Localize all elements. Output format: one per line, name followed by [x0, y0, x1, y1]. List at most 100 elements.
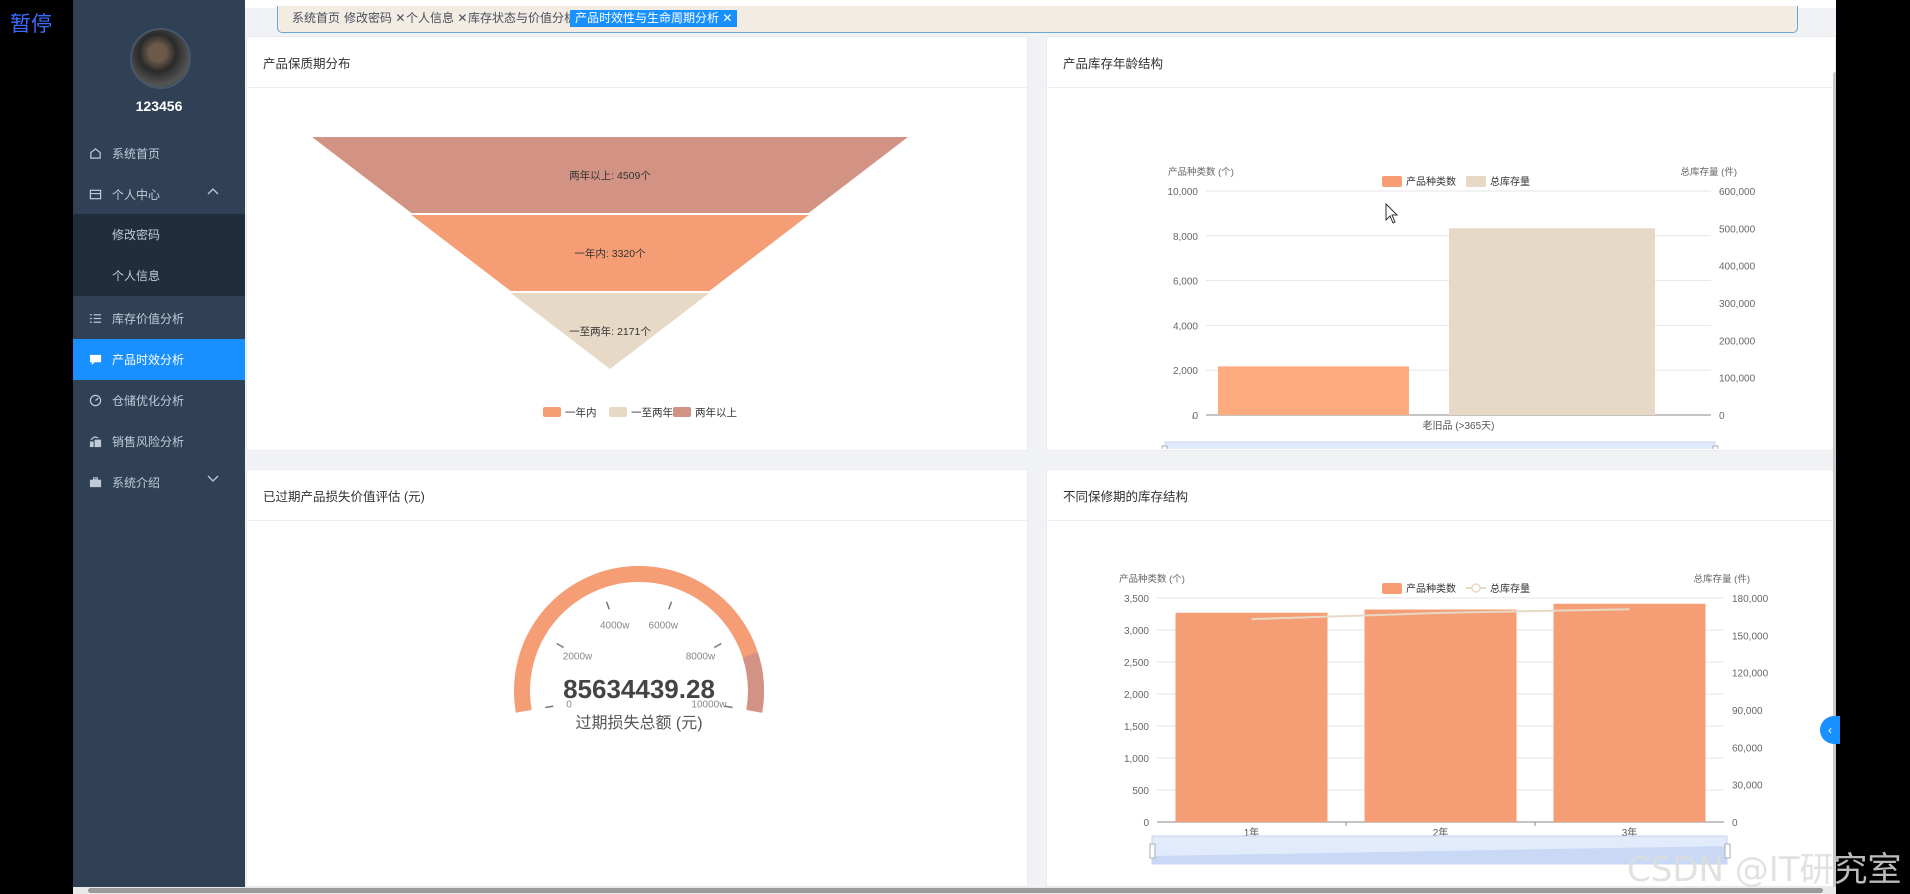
- card-title: 已过期产品损失价值评估 (元): [263, 490, 425, 504]
- x-tick-label: 老旧品 (>365天): [1423, 419, 1495, 432]
- list-icon: [88, 312, 102, 326]
- card-inventory-age-structure: 产品库存年龄结构 产品种类数 (个) 总库存量 (件) 0 2,000 4,000 6,0…: [1046, 36, 1836, 451]
- home-icon: [88, 147, 102, 161]
- sidebar-item-change-password[interactable]: 修改密码: [73, 214, 245, 255]
- username: 123456: [135, 98, 183, 114]
- sidebar-item-label: 仓储优化分析: [112, 394, 185, 408]
- loss-gauge-chart: 02000w4000w 6000w8000w10000w85634439.28过期…: [514, 566, 764, 732]
- gauge-tick: [668, 601, 673, 610]
- left-axis-title: 产品种类数 (个): [1168, 166, 1234, 178]
- vertical-scrollbar[interactable]: [1833, 72, 1836, 892]
- funnel-data-label: 两年以上: 4509个: [569, 169, 651, 182]
- gauge-tick: [545, 705, 554, 709]
- y-tick-label: 8,000: [1173, 232, 1198, 243]
- legend-swatch: [1382, 176, 1402, 187]
- y-tick-label: 1,500: [1124, 722, 1149, 733]
- y2-tick-label: 90,000: [1732, 706, 1763, 717]
- legend-swatch: [543, 407, 561, 417]
- y-tick-label: 2,000: [1173, 366, 1198, 377]
- chevron-down-icon: [207, 475, 219, 486]
- y-tick-label: 1,000: [1124, 754, 1149, 765]
- card-expired-loss: 已过期产品损失价值评估 (元) 0 2000w 4000w 6000w 8000w 100…: [246, 469, 1028, 887]
- app-window: 123456 系统首页 个人中心 修改密码 个人信息 库存价值分析 产品时效分析…: [73, 0, 1836, 894]
- funnel-chart: 两年以上: 4509个一年内: 3320个一至两年: 2171个一年内 一至两年 两…: [312, 137, 908, 419]
- sidebar-item-label: 销售风险分析: [112, 435, 185, 449]
- bar-product-types: [1364, 609, 1517, 822]
- data-zoom-handle-right: [1712, 445, 1719, 449]
- funnel-data-label: 一至两年: 2171个: [569, 325, 651, 338]
- sidebar-item-product-timeliness[interactable]: 产品时效分析: [73, 339, 245, 380]
- tab-personal-info[interactable]: 个人信息 ✕: [406, 10, 467, 27]
- mouse-cursor-icon: [1385, 202, 1399, 224]
- sidebar-item-label: 系统介绍: [112, 476, 161, 490]
- data-zoom-slider: [1164, 441, 1716, 449]
- chevron-up-icon: [207, 187, 219, 198]
- chat-icon: [88, 353, 102, 367]
- y2-tick-label: 600,000: [1719, 187, 1756, 198]
- profile-card-icon: [88, 188, 102, 202]
- gauge-arc-high: [742, 652, 764, 713]
- legend-label: 总库存量: [1490, 582, 1530, 595]
- close-icon[interactable]: ✕: [719, 11, 732, 25]
- data-zoom-handle-left: [1161, 445, 1168, 449]
- sidebar-item-sales-risk[interactable]: 销售风险分析: [73, 421, 245, 462]
- legend-label: 产品种类数: [1406, 582, 1456, 595]
- gauge-tick: [556, 642, 565, 649]
- gauge-icon: [88, 394, 102, 408]
- funnel-data-label: 一年内: 3320个: [574, 247, 646, 260]
- y2-tick-label: 30,000: [1732, 781, 1763, 792]
- gauge-tick-label: 6000w: [649, 620, 679, 631]
- y-tick-label: 2,500: [1124, 658, 1149, 669]
- y-tick-label: 500: [1132, 786, 1149, 797]
- gauge-tick-label: 2000w: [563, 652, 593, 663]
- sidebar-item-profile-center[interactable]: 个人中心: [73, 174, 245, 215]
- close-icon[interactable]: ✕: [454, 11, 467, 25]
- sidebar-item-label: 库存价值分析: [112, 312, 185, 326]
- close-icon[interactable]: ✕: [392, 11, 405, 25]
- legend-label: 两年以上: [695, 406, 737, 419]
- y2-tick-label: 0: [1732, 818, 1738, 829]
- gauge-tick: [713, 642, 722, 649]
- bar-product-types: [1218, 366, 1409, 415]
- avatar[interactable]: [130, 28, 191, 89]
- pause-indicator: 暂停: [10, 12, 52, 36]
- watermark: CSDN @IT研究室: [1627, 850, 1902, 890]
- sidebar-item-label: 系统首页: [112, 147, 161, 161]
- gauge-tick: [605, 601, 610, 610]
- card-title: 产品保质期分布: [263, 57, 351, 71]
- legend-swatch: [609, 407, 627, 417]
- card-title: 不同保修期的库存结构: [1063, 490, 1189, 504]
- collapse-toggle-button[interactable]: ‹: [1820, 716, 1840, 744]
- y2-tick-label: 200,000: [1719, 336, 1756, 347]
- y2-tick-label: 60,000: [1732, 743, 1763, 754]
- bar-product-types: [1553, 603, 1706, 822]
- legend-swatch: [673, 407, 691, 417]
- legend-swatch: [1382, 583, 1402, 594]
- y2-tick-label: 150,000: [1732, 631, 1769, 642]
- sidebar-item-inventory-value[interactable]: 库存价值分析: [73, 298, 245, 339]
- sidebar-item-label: 修改密码: [112, 228, 161, 242]
- horizontal-scrollbar[interactable]: [73, 887, 1836, 894]
- sidebar-item-system-intro[interactable]: 系统介绍: [73, 462, 245, 503]
- y2-tick-label: 400,000: [1719, 262, 1756, 273]
- sidebar-item-personal-info[interactable]: 个人信息: [73, 255, 245, 296]
- y2-tick-label: 0: [1719, 411, 1725, 422]
- data-zoom-handle-left: [1149, 843, 1156, 859]
- age-structure-chart: 产品种类数 (个) 总库存量 (件) 0 2,000 4,000 6,000 8,000 10…: [1161, 166, 1756, 449]
- y2-tick-label: 100,000: [1719, 374, 1756, 385]
- legend-label: 一年内: [565, 406, 597, 419]
- trend-icon: [88, 435, 102, 449]
- y-tick-label: 0: [1143, 818, 1149, 829]
- y-tick-label: 2,000: [1124, 690, 1149, 701]
- tab-home[interactable]: 系统首页: [292, 10, 340, 27]
- legend-swatch: [1471, 583, 1481, 593]
- sidebar-item-storage-optimization[interactable]: 仓储优化分析: [73, 380, 245, 421]
- sidebar-item-home[interactable]: 系统首页: [73, 133, 245, 174]
- tab-product-lifecycle[interactable]: 产品时效性与生命周期分析 ✕: [570, 10, 738, 27]
- tab-change-password[interactable]: 修改密码 ✕: [344, 10, 405, 27]
- y2-tick-label: 500,000: [1719, 224, 1756, 235]
- right-axis-title: 总库存量 (件): [1694, 573, 1750, 585]
- warranty-structure-chart: 产品种类数 (个) 总库存量 (件) 0 500 1,000 1,500 2,000 2,50…: [1119, 573, 1769, 865]
- legend-swatch: [1466, 176, 1486, 187]
- legend-label: 产品种类数: [1406, 175, 1456, 188]
